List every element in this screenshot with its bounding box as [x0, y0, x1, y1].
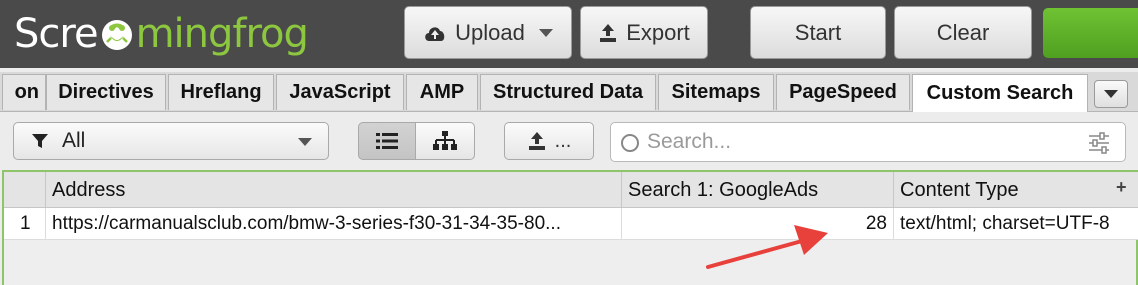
- export-table-label: ...: [554, 129, 572, 152]
- chevron-down-icon: [1104, 90, 1118, 98]
- filter-icon: [32, 134, 48, 148]
- logo-text-part1: Scre: [14, 11, 99, 57]
- tab-label: JavaScript: [289, 81, 391, 103]
- tab-response-codes-partial[interactable]: on: [2, 74, 46, 110]
- frog-logo-icon: [101, 20, 132, 50]
- sliders-icon[interactable]: [1087, 132, 1111, 154]
- app-window: Scre mingfrog Upload Export Start Clear …: [0, 0, 1138, 285]
- export-icon: [528, 132, 545, 150]
- add-column-icon[interactable]: +: [1116, 177, 1127, 198]
- upload-button[interactable]: Upload: [404, 6, 572, 59]
- sitemap-tree-icon: [433, 131, 457, 150]
- search-input[interactable]: [647, 128, 1077, 156]
- tab-label: Directives: [58, 81, 154, 103]
- tab-custom-search[interactable]: Custom Search: [912, 74, 1088, 112]
- tab-label: Sitemaps: [671, 81, 761, 103]
- tab-label: Structured Data: [492, 81, 644, 103]
- export-table-button[interactable]: ...: [504, 122, 594, 160]
- column-header-search[interactable]: Search 1: GoogleAds: [622, 172, 894, 208]
- cloud-upload-icon: [423, 23, 447, 43]
- annotation-arrow-icon: [706, 225, 828, 269]
- list-view-button[interactable]: [358, 122, 416, 160]
- tab-label: Hreflang: [180, 81, 262, 103]
- column-header-index[interactable]: [4, 172, 46, 208]
- green-action-button[interactable]: [1043, 8, 1138, 58]
- tab-structured-data[interactable]: Structured Data: [480, 74, 656, 110]
- clear-button[interactable]: Clear: [894, 6, 1032, 59]
- filter-value: All: [62, 129, 86, 152]
- clear-label: Clear: [936, 19, 990, 45]
- chevron-down-icon: [538, 28, 553, 37]
- tab-javascript[interactable]: JavaScript: [276, 74, 404, 110]
- tab-amp[interactable]: AMP: [406, 74, 478, 110]
- table-header: Address Search 1: GoogleAds Content Type…: [4, 172, 1138, 208]
- header-bar: Scre mingfrog Upload Export Start Clear: [0, 0, 1138, 68]
- filter-dropdown[interactable]: All: [13, 122, 329, 160]
- row-index: 1: [4, 208, 46, 240]
- results-table: Address Search 1: GoogleAds Content Type…: [2, 170, 1138, 285]
- toolbar: All ...: [0, 112, 1138, 170]
- tab-label: Custom Search: [926, 82, 1074, 104]
- row-address: https://carmanualsclub.com/bmw-3-series-…: [46, 208, 622, 240]
- search-box[interactable]: [610, 122, 1126, 162]
- upload-label: Upload: [455, 19, 525, 45]
- tab-directives[interactable]: Directives: [46, 74, 166, 110]
- tab-bar: on Directives Hreflang JavaScript AMP St…: [0, 72, 1138, 112]
- export-button[interactable]: Export: [580, 6, 708, 59]
- column-header-address[interactable]: Address: [46, 172, 622, 208]
- logo-text-part2: mingfrog: [135, 11, 309, 57]
- tab-sitemaps[interactable]: Sitemaps: [658, 74, 774, 110]
- list-icon: [376, 133, 398, 149]
- tab-label: AMP: [419, 81, 465, 103]
- tab-label: on: [14, 81, 39, 103]
- chevron-down-icon: [298, 138, 312, 146]
- tab-label: PageSpeed: [789, 81, 897, 103]
- tree-view-button[interactable]: [415, 122, 475, 160]
- start-label: Start: [794, 19, 842, 45]
- logo: Scre mingfrog: [14, 6, 309, 62]
- search-icon: [621, 134, 639, 152]
- export-label: Export: [626, 19, 690, 45]
- row-content-type: text/html; charset=UTF-8: [900, 213, 1110, 234]
- table-row[interactable]: 1 https://carmanualsclub.com/bmw-3-serie…: [4, 208, 1138, 240]
- column-header-content-type[interactable]: Content Type: [894, 172, 1138, 208]
- tab-hreflang[interactable]: Hreflang: [168, 74, 274, 110]
- start-button[interactable]: Start: [750, 6, 886, 59]
- export-icon: [598, 23, 618, 43]
- tabs-overflow-button[interactable]: [1094, 80, 1128, 108]
- tab-pagespeed[interactable]: PageSpeed: [776, 74, 910, 110]
